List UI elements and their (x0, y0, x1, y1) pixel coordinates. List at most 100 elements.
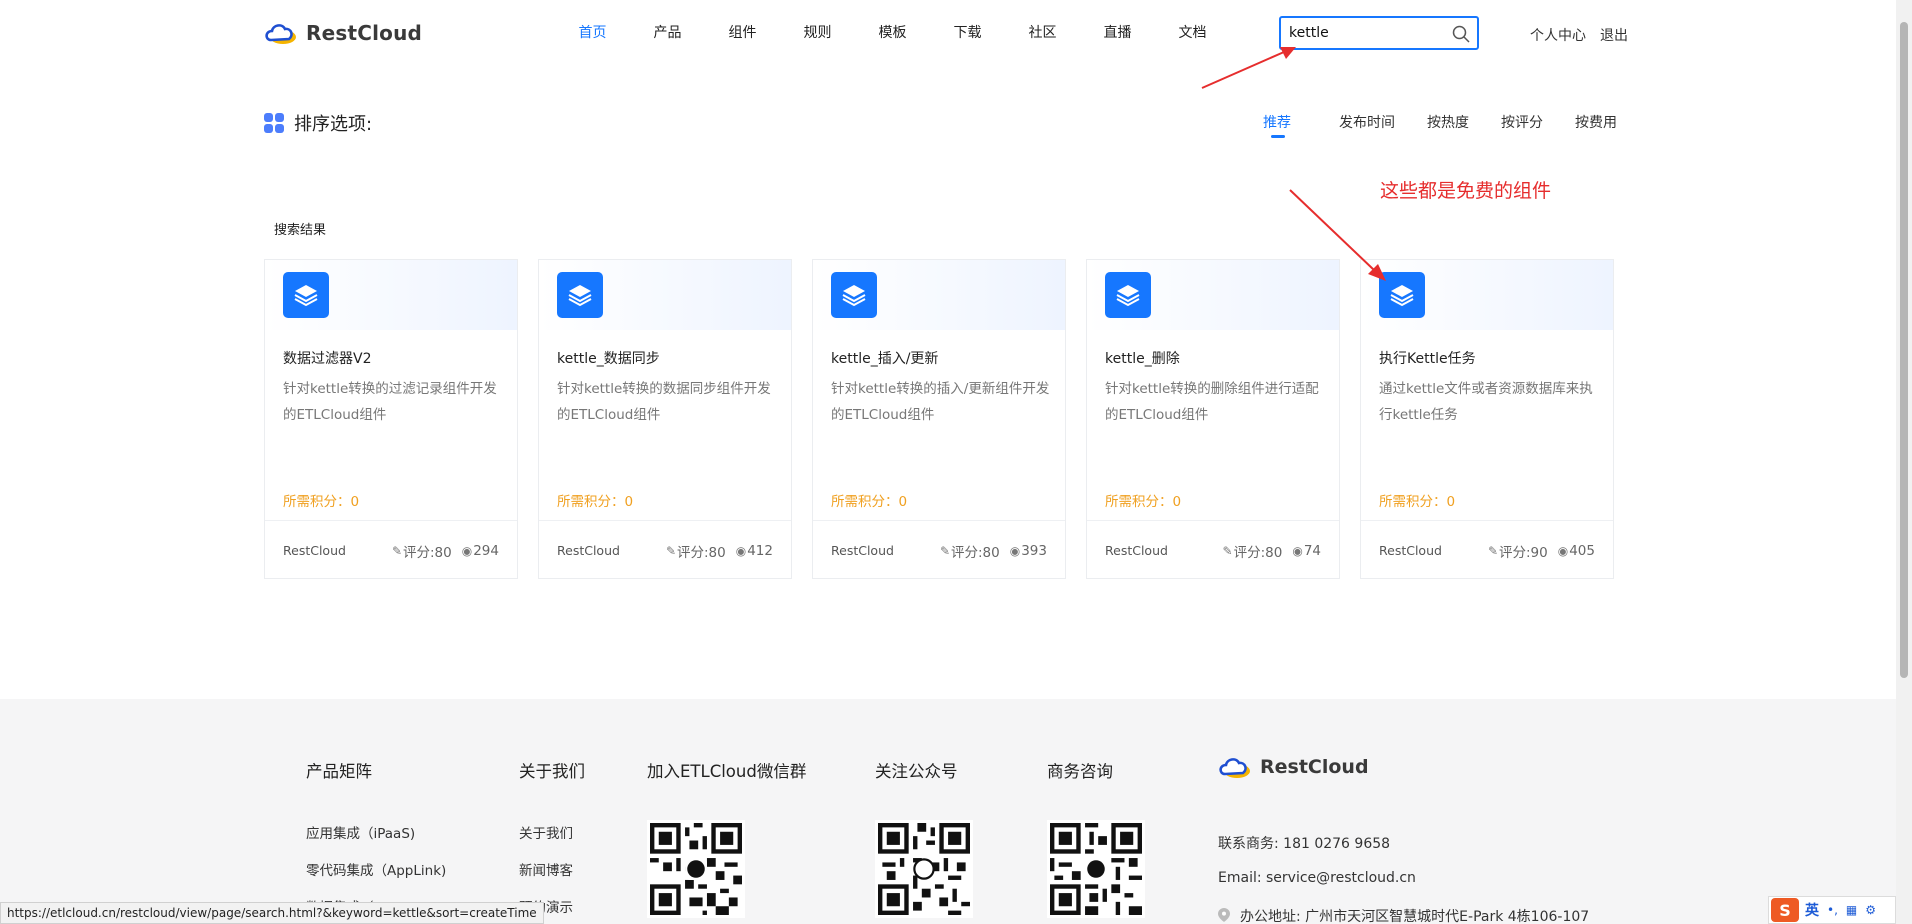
card-description: 针对kettle转换的过滤记录组件开发的ETLCloud组件 (283, 381, 497, 423)
card-score: 评分:90 (1499, 545, 1548, 561)
card-points: 所需积分：0 (831, 494, 908, 510)
card-author: RestCloud (831, 543, 894, 558)
component-card[interactable]: kettle_插入/更新 针对kettle转换的插入/更新组件开发的ETLClo… (812, 259, 1066, 579)
component-card[interactable]: 执行Kettle任务 通过kettle文件或者资源数据库来执行kettle任务 … (1360, 259, 1614, 579)
search-input[interactable] (1281, 18, 1441, 48)
sort-cost[interactable]: 按费用 (1575, 112, 1617, 132)
card-title[interactable]: kettle_插入/更新 (831, 348, 938, 368)
card-description: 针对kettle转换的插入/更新组件开发的ETLCloud组件 (831, 381, 1050, 423)
status-bar-url: https://etlcloud.cn/restcloud/view/page/… (0, 902, 544, 924)
nav-products[interactable]: 产品 (630, 22, 705, 44)
nav-download[interactable]: 下载 (930, 22, 1005, 44)
card-title[interactable]: kettle_删除 (1105, 348, 1180, 368)
card-title[interactable]: 执行Kettle任务 (1379, 348, 1476, 368)
nav-rules[interactable]: 规则 (780, 22, 855, 44)
footer-business-title: 商务咨询 (1047, 762, 1113, 781)
component-card[interactable]: kettle_数据同步 针对kettle转换的数据同步组件开发的ETLCloud… (538, 259, 792, 579)
card-points: 所需积分：0 (283, 494, 360, 510)
footer-link-about[interactable]: 关于我们 (519, 822, 573, 842)
card-description: 通过kettle文件或者资源数据库来执行kettle任务 (1379, 381, 1593, 423)
footer-link-news[interactable]: 新闻博客 (519, 859, 573, 879)
nav-docs[interactable]: 文档 (1155, 22, 1230, 44)
edit-icon: ✎ (1487, 544, 1498, 558)
footer-brand-logo[interactable]: RestCloud (1218, 754, 1369, 780)
sort-options: 推荐 发布时间 按热度 按评分 按费用 (0, 112, 1900, 142)
annotation-text: 这些都是免费的组件 (1380, 180, 1552, 202)
contact-address: 办公地址: 广州市天河区智慧城时代E-Park 4栋106-107 (1240, 909, 1590, 924)
ime-keyboard-icon[interactable]: ▦ (1846, 903, 1857, 917)
footer-link-applink[interactable]: 零代码集成（AppLink) (306, 859, 446, 879)
component-card[interactable]: kettle_删除 针对kettle转换的删除组件进行适配的ETLCloud组件… (1086, 259, 1340, 579)
edit-icon: ✎ (1222, 544, 1233, 558)
footer-brand-name: RestCloud (1260, 756, 1369, 778)
card-score: 评分:80 (1233, 545, 1283, 561)
brand-logo[interactable]: RestCloud (264, 20, 422, 46)
eye-icon: ◉ (1009, 544, 1021, 558)
card-score: 评分:80 (403, 545, 452, 561)
page-scrollbar[interactable] (1896, 0, 1912, 924)
layers-icon (1105, 272, 1151, 318)
cloud-logo-icon (265, 24, 296, 44)
logout-link[interactable]: 退出 (1600, 25, 1628, 45)
cloud-logo-icon (1219, 758, 1250, 778)
scrollbar-thumb[interactable] (1900, 22, 1908, 678)
component-card[interactable]: 数据过滤器V2 针对kettle转换的过滤记录组件开发的ETLCloud组件 所… (264, 259, 518, 579)
official-account-qr-code (875, 820, 973, 918)
layers-icon (557, 272, 603, 318)
card-views: 74 (1303, 543, 1321, 559)
card-score: 评分:80 (951, 545, 1000, 561)
brand-name: RestCloud (306, 21, 423, 45)
layers-icon (831, 272, 877, 318)
ime-punctuation-icon[interactable]: •, (1827, 903, 1838, 917)
nav-home[interactable]: 首页 (555, 22, 630, 44)
contact-phone: 联系商务: 181 0276 9658 (1218, 836, 1391, 852)
card-author: RestCloud (1105, 543, 1168, 558)
footer-wechat-group-title: 加入ETLCloud微信群 (647, 762, 807, 781)
user-center-link[interactable]: 个人中心 (1530, 25, 1586, 45)
eye-icon: ◉ (1292, 544, 1303, 558)
card-author: RestCloud (557, 543, 620, 558)
edit-icon: ✎ (665, 544, 676, 558)
sort-publish-time[interactable]: 发布时间 (1339, 112, 1395, 132)
footer-about-title: 关于我们 (519, 762, 585, 781)
search-box (1279, 16, 1479, 50)
sort-popularity[interactable]: 按热度 (1427, 112, 1469, 132)
active-sort-indicator (1271, 135, 1285, 138)
eye-icon: ◉ (1557, 544, 1569, 558)
layers-icon (1379, 272, 1425, 318)
card-points: 所需积分：0 (1105, 494, 1182, 510)
user-links: 个人中心 退出 (1530, 25, 1642, 45)
nav-live[interactable]: 直播 (1080, 22, 1155, 44)
ime-toolbar[interactable]: S 英 •, ▦ ⚙ (1768, 896, 1896, 924)
edit-icon: ✎ (939, 544, 950, 558)
search-icon[interactable] (1451, 24, 1471, 44)
ime-language-toggle[interactable]: 英 (1805, 900, 1819, 920)
card-views: 412 (747, 543, 773, 559)
main-nav: 首页 产品 组件 规则 模板 下载 社区 直播 文档 (555, 22, 1230, 44)
card-description: 针对kettle转换的数据同步组件开发的ETLCloud组件 (557, 381, 771, 423)
wechat-group-qr-code (647, 820, 745, 918)
location-pin-icon (1218, 908, 1230, 922)
card-title[interactable]: 数据过滤器V2 (283, 348, 371, 368)
card-views: 294 (473, 543, 499, 559)
nav-components[interactable]: 组件 (705, 22, 780, 44)
layers-icon (283, 272, 329, 318)
eye-icon: ◉ (735, 544, 747, 558)
ime-settings-icon[interactable]: ⚙ (1865, 903, 1876, 917)
nav-community[interactable]: 社区 (1005, 22, 1080, 44)
card-views: 405 (1569, 543, 1595, 559)
sort-recommended[interactable]: 推荐 (1263, 112, 1291, 132)
card-views: 393 (1021, 543, 1047, 559)
results-title: 搜索结果 (274, 223, 327, 238)
footer-official-account-title: 关注公众号 (875, 762, 958, 781)
business-qr-code (1047, 820, 1145, 918)
footer-link-ipaas[interactable]: 应用集成（iPaaS) (306, 822, 415, 842)
card-title[interactable]: kettle_数据同步 (557, 348, 660, 368)
eye-icon: ◉ (461, 544, 473, 558)
card-author: RestCloud (283, 543, 346, 558)
contact-email: Email: service@restcloud.cn (1218, 870, 1416, 886)
nav-templates[interactable]: 模板 (855, 22, 930, 44)
card-points: 所需积分：0 (1379, 494, 1456, 510)
sort-rating[interactable]: 按评分 (1501, 112, 1543, 132)
sogou-ime-icon[interactable]: S (1771, 898, 1799, 922)
